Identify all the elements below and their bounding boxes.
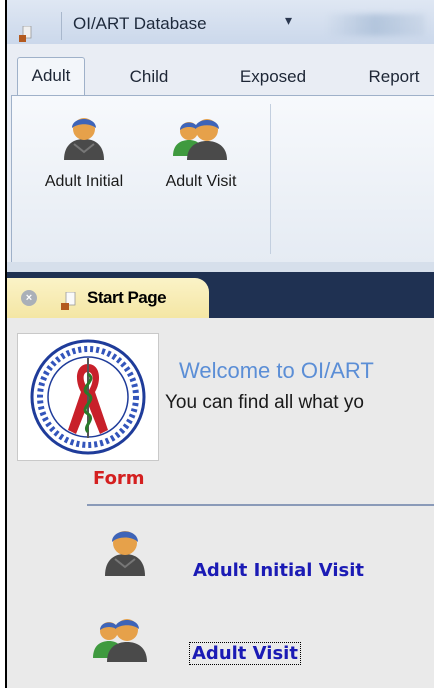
start-page-content: Welcome to OI/ART You can find all what … xyxy=(7,318,434,688)
close-icon[interactable]: × xyxy=(21,290,37,306)
tab-child[interactable]: Child xyxy=(119,59,179,95)
app-icon[interactable] xyxy=(19,26,33,42)
adult-initial-visit-link[interactable]: Adult Initial Visit xyxy=(193,560,364,581)
two-users-icon xyxy=(93,619,147,662)
tab-adult[interactable]: Adult xyxy=(17,57,85,96)
adult-visit-link[interactable]: Adult Visit xyxy=(189,642,301,665)
adult-visit-label: Adult Visit xyxy=(165,173,237,190)
document-tab-strip: × Start Page xyxy=(7,272,434,318)
welcome-heading: Welcome to OI/ART xyxy=(179,358,374,383)
section-divider xyxy=(87,504,434,506)
tab-start-page[interactable]: × Start Page xyxy=(7,278,209,318)
title-bar: OI/ART Database ▾ xyxy=(7,0,434,44)
ribbon-bottom-bar xyxy=(7,262,434,272)
app-window: OI/ART Database ▾ Adult Child Exposed Re… xyxy=(5,0,434,688)
ribbon-panel: Adult Initial Adult Visit xyxy=(11,95,434,263)
two-users-icon xyxy=(173,119,227,160)
single-user-icon xyxy=(105,531,145,576)
ribbon-tabs: Adult Child Exposed Report xyxy=(7,55,434,96)
adult-initial-button[interactable]: Adult Initial xyxy=(24,114,144,191)
single-user-icon xyxy=(64,118,104,160)
title-bar-blur xyxy=(325,14,425,36)
adult-initial-label: Adult Initial xyxy=(44,173,124,190)
window-title: OI/ART Database xyxy=(73,14,207,33)
document-icon xyxy=(61,292,76,310)
tab-exposed[interactable]: Exposed xyxy=(225,59,321,95)
adult-visit-button[interactable]: Adult Visit xyxy=(146,114,256,191)
tab-report[interactable]: Report xyxy=(357,59,431,95)
form-section-heading: Form xyxy=(93,468,145,489)
logo-seal xyxy=(30,339,146,455)
quick-access-dropdown[interactable]: ▾ xyxy=(285,12,292,29)
title-separator xyxy=(61,12,62,40)
ribbon-group-separator xyxy=(270,104,271,254)
organization-logo xyxy=(17,333,159,461)
welcome-subtext: You can find all what yo xyxy=(165,392,364,413)
start-page-title: Start Page xyxy=(87,288,167,307)
